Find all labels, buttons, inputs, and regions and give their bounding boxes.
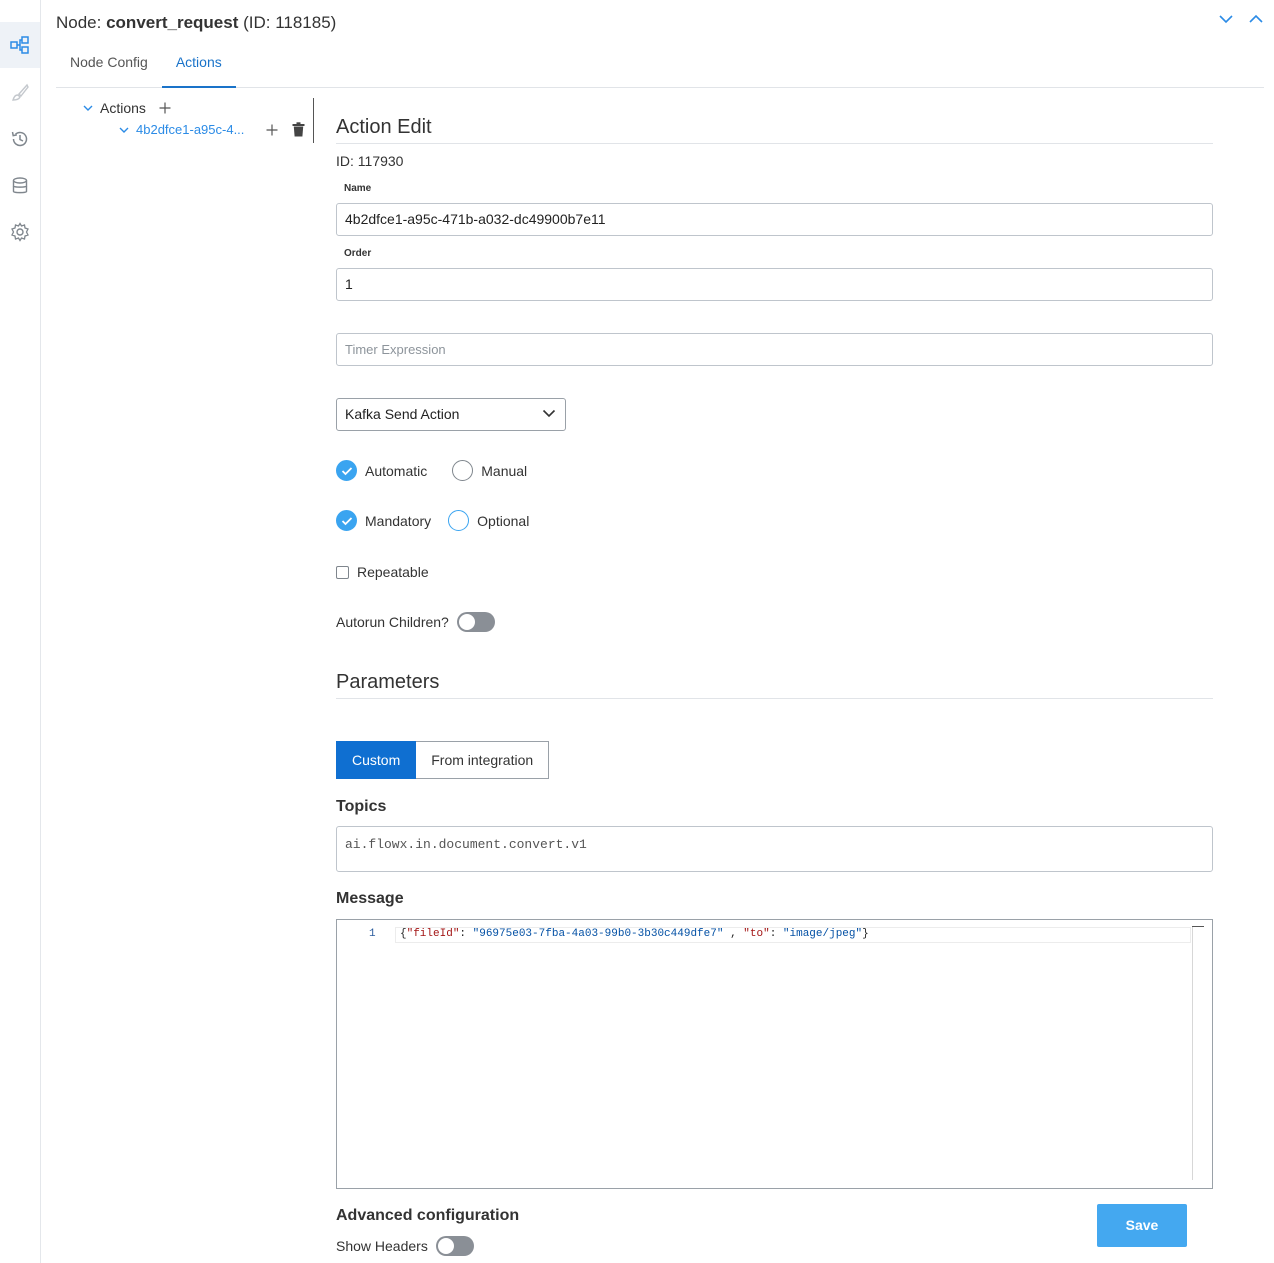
show-headers-label: Show Headers (336, 1238, 428, 1254)
mandatory-label: Mandatory (365, 512, 432, 529)
topics-label: Topics (336, 798, 387, 815)
checkmark-icon (341, 466, 352, 475)
database-icon (12, 177, 28, 194)
sidebar-item-history[interactable] (0, 116, 40, 162)
action-type-select[interactable]: Kafka Send Action (336, 398, 566, 431)
code-value-to: "image/jpeg" (782, 928, 863, 940)
tree-root-label: Actions (100, 100, 146, 116)
node-id: (ID: 118185) (238, 13, 337, 32)
node-name: convert_request (106, 13, 239, 32)
code-brace-close: } (862, 928, 869, 940)
repeatable-label: Repeatable (357, 564, 429, 580)
autorun-label: Autorun Children? (336, 614, 449, 630)
chevron-down-icon[interactable] (1218, 14, 1234, 24)
chevron-down-icon[interactable] (83, 104, 93, 112)
chevron-down-icon[interactable] (119, 126, 129, 134)
autorun-toggle[interactable] (456, 612, 495, 632)
sidebar-item-database[interactable] (0, 163, 40, 209)
sidebar-item-nodes[interactable] (0, 22, 40, 68)
save-button[interactable]: Save (1097, 1204, 1187, 1247)
tree-divider (313, 98, 314, 143)
from-integration-button[interactable]: From integration (416, 741, 550, 779)
optional-radio[interactable] (448, 510, 470, 531)
autorun-row: Autorun Children? (336, 612, 495, 632)
code-key-fileid: "fileId" (406, 928, 460, 940)
manual-label: Manual (481, 462, 528, 479)
gear-icon (11, 222, 29, 242)
topics-input[interactable]: ai.flowx.in.document.convert.v1 (336, 826, 1213, 872)
tree-child-label[interactable]: 4b2dfce1-a95c-4... (136, 122, 254, 137)
show-headers-row: Show Headers (336, 1236, 474, 1256)
name-input[interactable]: 4b2dfce1-a95c-471b-a032-dc49900b7e11 (336, 203, 1213, 236)
optional-label: Optional (477, 512, 530, 529)
editor-scrollbar[interactable] (1192, 926, 1193, 1180)
code-value-fileid: "96975e03-7fba-4a03-99b0-3b30c449dfe7" (472, 928, 724, 940)
node-header-prefix: Node: (56, 13, 107, 32)
add-icon[interactable] (159, 102, 171, 114)
action-type-value: Kafka Send Action (345, 406, 460, 422)
code-colon: : (459, 928, 473, 940)
checkmark-icon (341, 516, 352, 525)
message-editor[interactable]: 1 {"fileId": "96975e03-7fba-4a03-99b0-3b… (336, 919, 1213, 1189)
parameters-source-toggle: Custom From integration (336, 741, 550, 779)
code-brace-open: { (400, 928, 407, 940)
message-label: Message (336, 890, 404, 907)
name-label: Name (344, 183, 372, 194)
left-sidebar (0, 0, 41, 1263)
tab-bar: Node Config Actions (56, 36, 1264, 88)
action-id: ID: 117930 (336, 153, 404, 169)
manual-radio[interactable] (452, 460, 474, 481)
code-comma: , (723, 928, 744, 940)
repeatable-checkbox[interactable] (336, 565, 349, 579)
brush-icon (12, 83, 29, 101)
order-label: Order (344, 248, 372, 259)
automatic-radio[interactable] (336, 460, 357, 481)
tree-child[interactable]: 4b2dfce1-a95c-4... (119, 122, 305, 137)
advanced-config-title: Advanced configuration (336, 1207, 520, 1224)
show-headers-toggle[interactable] (435, 1236, 474, 1256)
header-arrows (1218, 14, 1264, 24)
order-input[interactable]: 1 (336, 268, 1213, 301)
node-header: Node: convert_request (ID: 118185) (56, 13, 336, 33)
mandatory-radio[interactable] (336, 510, 357, 531)
add-icon[interactable] (266, 124, 278, 136)
trash-icon[interactable] (292, 122, 305, 137)
history-icon (11, 131, 28, 147)
sidebar-item-settings[interactable] (0, 209, 40, 255)
chevron-down-icon (542, 409, 556, 418)
tab-node-config[interactable]: Node Config (56, 36, 162, 88)
repeatable-row: Repeatable (336, 564, 437, 580)
sidebar-item-brush[interactable] (0, 70, 40, 116)
automatic-label: Automatic (365, 462, 428, 479)
tree-root[interactable]: Actions (83, 100, 171, 116)
required-options: Mandatory Optional (336, 510, 537, 531)
nodes-icon (10, 36, 29, 54)
tab-actions[interactable]: Actions (161, 36, 236, 88)
trigger-options: Automatic Manual (336, 460, 535, 481)
code-key-to: "to" (743, 928, 770, 940)
editor-code-line[interactable]: {"fileId": "96975e03-7fba-4a03-99b0-3b30… (400, 928, 869, 940)
timer-expression-input[interactable]: Timer Expression (336, 333, 1213, 366)
editor-line-number: 1 (369, 928, 376, 940)
parameters-title: Parameters (336, 671, 1213, 699)
custom-button[interactable]: Custom (336, 741, 417, 779)
editor-minimap (1192, 926, 1204, 927)
code-colon: : (769, 928, 783, 940)
chevron-up-icon[interactable] (1248, 14, 1264, 24)
action-edit-title: Action Edit (336, 116, 1213, 144)
